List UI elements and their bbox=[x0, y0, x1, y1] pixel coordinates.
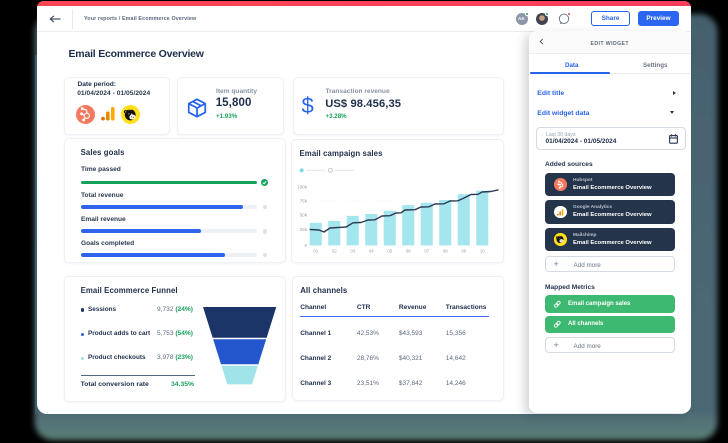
svg-text:01: 01 bbox=[313, 248, 318, 253]
svg-text:07: 07 bbox=[424, 248, 429, 253]
svg-text:10: 10 bbox=[480, 248, 485, 253]
svg-text:75k: 75k bbox=[300, 198, 308, 203]
svg-text:08: 08 bbox=[443, 248, 448, 253]
svg-text:09: 09 bbox=[461, 248, 466, 253]
svg-text:06: 06 bbox=[406, 248, 411, 253]
svg-text:0: 0 bbox=[304, 243, 307, 248]
svg-text:100k: 100k bbox=[297, 184, 308, 189]
svg-text:50k: 50k bbox=[300, 212, 308, 217]
svg-text:03: 03 bbox=[350, 248, 355, 253]
svg-text:25k: 25k bbox=[300, 227, 308, 232]
svg-text:05: 05 bbox=[387, 248, 392, 253]
svg-text:02: 02 bbox=[332, 248, 337, 253]
svg-text:04: 04 bbox=[369, 248, 374, 253]
